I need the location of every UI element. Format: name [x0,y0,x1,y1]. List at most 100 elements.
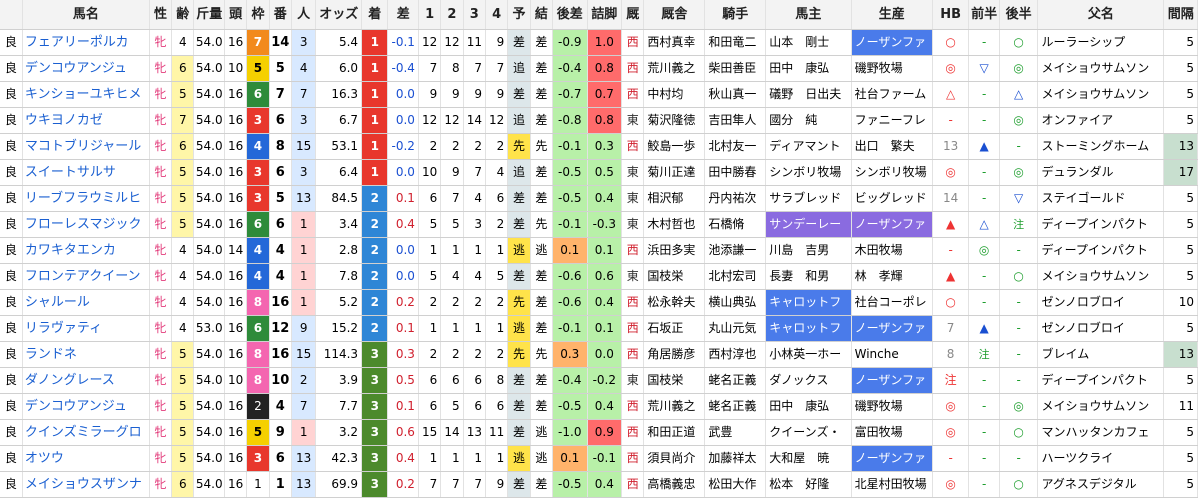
table-row[interactable]: 良リーブフラウミルヒ牝 5 54.0 16 3 5 13 84.5 2 0.1 6 7 4 6 差差 -0.5… [0,185,1198,212]
cell-closing: -0.1 [587,445,623,472]
header-horse-name[interactable]: 馬名 [22,0,150,30]
table-row[interactable]: 良ウキヨノカゼ牝 7 54.0 16 3 6 3 6.7 1 0.0 12 12 14 12 追差 -0.8 0… [0,107,1198,134]
cell-second-half: - [999,133,1039,160]
cell-closing: -0.3 [587,211,623,238]
cell-sire: メイショウサムソン [1037,263,1165,290]
table-row[interactable]: 良シャルール牝 4 54.0 16 8 16 1 5.2 2 0.2 2 2 2 2 先差 -0.6 0.4 西松… [0,289,1198,316]
cell-odds: 7.7 [315,393,363,420]
cell-odds: 16.3 [315,81,363,108]
cell-first-half: - [968,263,1000,290]
header-odds[interactable]: オッズ [315,0,363,30]
table-row[interactable]: 良カワキタエンカ牝 4 54.0 14 4 4 1 2.8 2 0.0 1 1 1 1 逃逃 0.1 0.1 西浜… [0,237,1198,264]
header-second-half[interactable]: 後半 [999,0,1039,30]
cell-breeder: Winche [851,341,933,368]
table-row[interactable]: 良デンコウアンジュ牝 6 54.0 10 5 5 4 6.0 1 -0.4 7 8 7 7 追差 -0.4 0.… [0,55,1198,82]
table-row[interactable]: 良ランドネ牝 5 54.0 16 8 16 15 114.3 3 0.3 2 2 2 2 先先 0.3 0.0 西… [0,341,1198,368]
header-pos1[interactable]: 1 [418,0,442,30]
cell-prediction: 差 [507,211,531,238]
header-cond[interactable] [0,0,23,30]
cell-pos1: 1 [418,445,442,472]
cell-sex: 牝 [149,367,173,394]
header-sire[interactable]: 父名 [1037,0,1165,30]
table-row[interactable]: 良フェアリーポルカ牝 4 54.0 16 7 14 3 5.4 1 -0.1 12 12 11 9 差差 -0… [0,29,1198,56]
cell-sire: デュランダル [1037,159,1165,186]
cell-sire: ディープインパクト [1037,367,1165,394]
table-row[interactable]: 良フロンテアクイーン牝 4 54.0 16 4 4 1 7.8 2 0.0 5 4 4 5 差差 -0.6 0.… [0,263,1198,290]
header-prediction[interactable]: 予 [507,0,531,30]
cell-horse-name[interactable]: デンコウアンジュ [22,55,150,82]
cell-pos4: 9 [485,471,509,498]
cell-horse-name[interactable]: クインズミラーグロ [22,419,150,446]
header-age[interactable]: 齢 [171,0,195,30]
cell-horse-name[interactable]: リーブフラウミルヒ [22,185,150,212]
header-margin[interactable]: 差 [387,0,419,30]
header-horse-number[interactable]: 番 [269,0,292,30]
cell-pos1: 6 [418,393,442,420]
cell-horse-number: 4 [269,393,292,420]
cell-horse-name[interactable]: オツウ [22,445,150,472]
header-popularity[interactable]: 人 [291,0,317,30]
header-gate[interactable]: 枠 [246,0,270,30]
header-trainer[interactable]: 厩舎 [643,0,706,30]
cell-odds: 42.3 [315,445,363,472]
cell-margin: 0.5 [387,367,419,394]
cell-second-half: - [999,445,1039,472]
cell-age: 5 [171,159,195,186]
cell-second-half: ◎ [999,159,1039,186]
cell-horse-name[interactable]: スイートサルサ [22,159,150,186]
cell-closing: 0.4 [587,185,623,212]
header-interval[interactable]: 間隔 [1163,0,1198,30]
header-field-size[interactable]: 頭 [224,0,248,30]
cell-horse-name[interactable]: ウキヨノカゼ [22,107,150,134]
table-row[interactable]: 良メイショウスザンナ牝 6 54.0 16 1 1 13 69.9 3 0.2 7 7 7 9 差差 -0.5… [0,471,1198,498]
header-breeder[interactable]: 生産 [851,0,933,30]
header-closing[interactable]: 詰脚 [587,0,623,30]
cell-result: 差 [530,263,554,290]
cell-weight: 54.0 [193,289,225,316]
cell-owner: 國分 純 [765,107,852,134]
cell-horse-number: 5 [269,185,292,212]
table-row[interactable]: 良ダノングレース牝 5 54.0 10 8 10 2 3.9 3 0.5 6 6 6 8 差差 -0.4 -0.… [0,367,1198,394]
header-pos2[interactable]: 2 [440,0,464,30]
cell-horse-name[interactable]: フェアリーポルカ [22,29,150,56]
header-pos3[interactable]: 3 [463,0,486,30]
cell-horse-name[interactable]: キンショーユキヒメ [22,81,150,108]
header-finish[interactable]: 着 [361,0,389,30]
header-late-diff[interactable]: 後差 [552,0,588,30]
header-jockey[interactable]: 騎手 [704,0,767,30]
table-row[interactable]: 良スイートサルサ牝 5 54.0 16 3 6 3 6.4 1 0.0 10 9 7 4 追差 -0.5 0.5… [0,159,1198,186]
cell-horse-name[interactable]: メイショウスザンナ [22,471,150,498]
table-row[interactable]: 良デンコウアンジュ牝 5 54.0 16 2 4 7 7.7 3 0.1 6 5 6 6 差差 -0.5 0.4… [0,393,1198,420]
cell-cond: 良 [0,315,23,342]
header-sex[interactable]: 性 [149,0,173,30]
header-hb[interactable]: HB [932,0,970,30]
cell-cond: 良 [0,237,23,264]
header-first-half[interactable]: 前半 [968,0,1000,30]
table-row[interactable]: 良キンショーユキヒメ牝 5 54.0 16 6 7 7 16.3 1 0.0 9 9 9 9 差差 -0.7 0… [0,81,1198,108]
cell-hb: ◎ [932,471,970,498]
cell-age: 4 [171,315,195,342]
cell-horse-name[interactable]: デンコウアンジュ [22,393,150,420]
cell-horse-name[interactable]: マコトブリジャール [22,133,150,160]
cell-horse-name[interactable]: フローレスマジック [22,211,150,238]
cell-late-diff: -0.6 [552,289,588,316]
table-row[interactable]: 良オツウ牝 5 54.0 16 3 6 13 42.3 3 0.4 1 1 1 1 逃逃 0.1 -0.1 西須貝… [0,445,1198,472]
header-pos4[interactable]: 4 [485,0,509,30]
table-row[interactable]: 良マコトブリジャール牝 6 54.0 16 4 8 15 53.1 1 -0.2 2 2 2 2 先先 -0.… [0,133,1198,160]
table-row[interactable]: 良フローレスマジック牝 5 54.0 16 6 6 1 3.4 2 0.4 5 5 3 2 差先 -0.1 -0… [0,211,1198,238]
cell-horse-name[interactable]: ランドネ [22,341,150,368]
header-stable-region[interactable]: 厩 [621,0,645,30]
cell-horse-name[interactable]: カワキタエンカ [22,237,150,264]
cell-horse-name[interactable]: リラヴァティ [22,315,150,342]
header-result[interactable]: 結 [530,0,554,30]
header-weight[interactable]: 斤量 [193,0,225,30]
cell-horse-name[interactable]: シャルール [22,289,150,316]
header-owner[interactable]: 馬主 [765,0,852,30]
table-row[interactable]: 良クインズミラーグロ牝 5 54.0 16 5 9 1 3.2 3 0.6 15 14 13 11 差逃 -1… [0,419,1198,446]
cell-interval: 5 [1163,367,1198,394]
cell-prediction: 差 [507,471,531,498]
table-row[interactable]: 良リラヴァティ牝 4 53.0 16 6 12 9 15.2 2 0.1 1 1 1 1 逃差 -0.1 0.1… [0,315,1198,342]
cell-horse-name[interactable]: フロンテアクイーン [22,263,150,290]
cell-horse-name[interactable]: ダノングレース [22,367,150,394]
cell-finish: 1 [361,81,389,108]
